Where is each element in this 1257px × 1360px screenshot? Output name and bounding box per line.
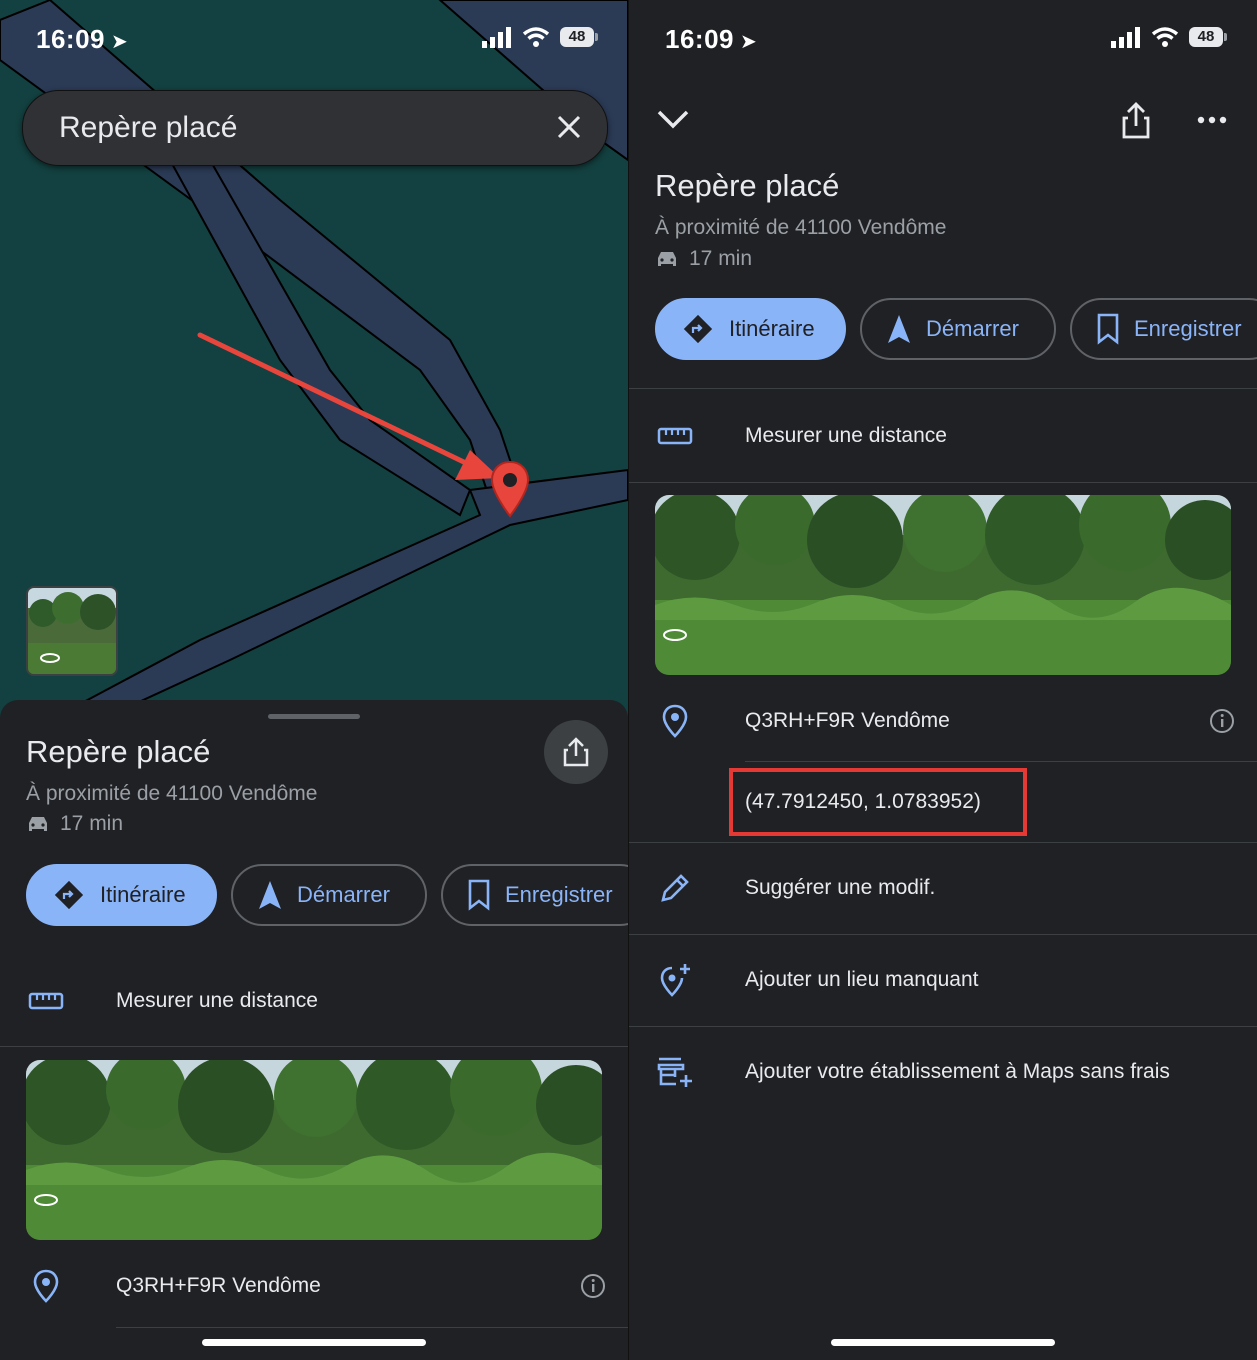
share-icon [563, 737, 589, 767]
directions-label: Itinéraire [729, 316, 815, 341]
car-icon [29, 817, 47, 831]
save-button[interactable]: Enregistrer [1070, 298, 1257, 360]
measure-distance-label: Mesurer une distance [745, 424, 947, 447]
streetview-photo[interactable] [655, 495, 1231, 675]
divider [629, 842, 1257, 843]
eta-value: 17 min [689, 247, 753, 270]
coordinates-highlight [729, 768, 1027, 836]
navigation-icon [888, 315, 910, 343]
search-bar[interactable]: Repère placé [22, 90, 608, 166]
directions-icon [54, 880, 84, 910]
save-label: Enregistrer [1134, 316, 1242, 341]
plus-code-row[interactable]: Q3RH+F9R Vendôme [0, 1266, 628, 1306]
save-button[interactable]: Enregistrer [441, 864, 628, 926]
close-icon[interactable] [551, 109, 587, 145]
status-time: 16:09 [36, 24, 105, 54]
add-business-row[interactable]: Ajouter votre établissement à Maps sans … [629, 1052, 1257, 1092]
start-label: Démarrer [297, 882, 390, 907]
map-view[interactable]: Repère placé [0, 0, 628, 721]
divider [629, 934, 1257, 935]
sheet-handle[interactable] [268, 714, 360, 719]
pin-marker[interactable] [490, 460, 530, 518]
pin-icon [662, 704, 688, 738]
start-button[interactable]: Démarrer [231, 864, 427, 926]
place-title: Repère placé [26, 734, 211, 769]
status-bar: 16:09 ➤ 48 [0, 22, 628, 58]
share-icon[interactable] [1121, 102, 1151, 140]
travel-time: 17 min [26, 812, 123, 836]
place-nearby: À proximité de 41100 Vendôme [26, 782, 318, 805]
suggest-edit-label: Suggérer une modif. [745, 876, 936, 899]
more-icon[interactable] [1197, 112, 1227, 128]
battery-icon: 48 [1189, 27, 1227, 47]
bookmark-icon [1097, 313, 1119, 345]
suggest-edit-row[interactable]: Suggérer une modif. [629, 868, 1257, 908]
add-place-label: Ajouter un lieu manquant [745, 968, 979, 991]
streetview-thumbnail[interactable] [26, 586, 118, 676]
divider [0, 1046, 628, 1047]
info-icon[interactable] [1209, 708, 1235, 734]
plus-code-label: Q3RH+F9R Vendôme [745, 709, 950, 732]
battery-icon: 48 [560, 27, 598, 47]
signal-icon [1111, 27, 1140, 48]
search-query: Repère placé [59, 111, 238, 144]
measure-distance-row[interactable]: Mesurer une distance [0, 981, 628, 1021]
measure-distance-row[interactable]: Mesurer une distance [629, 416, 1257, 456]
status-time: 16:09 [665, 24, 734, 54]
pin-icon [33, 1269, 59, 1303]
place-nearby: À proximité de 41100 Vendôme [655, 216, 947, 239]
divider [745, 761, 1257, 762]
left-screen: Repère placé 16:09 ➤ 48 Repère placé À p… [0, 0, 628, 1360]
car-icon [658, 252, 676, 266]
signal-icon [482, 27, 511, 48]
place-sheet: Repère placé À proximité de 41100 Vendôm… [0, 700, 628, 1360]
plus-code-row[interactable]: Q3RH+F9R Vendôme [629, 701, 1257, 741]
info-icon[interactable] [580, 1273, 606, 1299]
measure-distance-label: Mesurer une distance [116, 989, 318, 1012]
share-button[interactable] [544, 720, 608, 784]
location-arrow-icon: ➤ [740, 31, 758, 53]
travel-time: 17 min [655, 247, 752, 271]
home-indicator[interactable] [831, 1339, 1055, 1346]
add-business-icon [657, 1057, 692, 1087]
plus-code-label: Q3RH+F9R Vendôme [116, 1274, 321, 1297]
bookmark-icon [468, 879, 490, 911]
divider [629, 1026, 1257, 1027]
eta-value: 17 min [60, 812, 124, 835]
save-label: Enregistrer [505, 882, 613, 907]
wifi-icon [522, 27, 550, 47]
ruler-icon [28, 992, 64, 1010]
start-button[interactable]: Démarrer [860, 298, 1056, 360]
start-label: Démarrer [926, 316, 1019, 341]
divider [629, 482, 1257, 483]
directions-button[interactable]: Itinéraire [26, 864, 217, 926]
navigation-icon [259, 881, 281, 909]
home-indicator[interactable] [202, 1339, 426, 1346]
add-place-icon [660, 964, 690, 997]
add-business-label: Ajouter votre établissement à Maps sans … [745, 1060, 1170, 1083]
add-place-row[interactable]: Ajouter un lieu manquant [629, 960, 1257, 1000]
pencil-icon [661, 874, 689, 902]
status-bar: 16:09 ➤ 48 [629, 22, 1257, 58]
location-arrow-icon: ➤ [111, 31, 129, 53]
chevron-down-icon[interactable] [655, 106, 691, 132]
ruler-icon [657, 427, 693, 445]
divider [116, 1327, 628, 1328]
divider [629, 388, 1257, 389]
streetview-photo[interactable] [26, 1060, 602, 1240]
wifi-icon [1151, 27, 1179, 47]
directions-icon [683, 314, 713, 344]
place-title: Repère placé [655, 168, 840, 203]
right-screen: 16:09 ➤ 48 Repère placé À proximité de 41… [629, 0, 1257, 1360]
directions-button[interactable]: Itinéraire [655, 298, 846, 360]
directions-label: Itinéraire [100, 882, 186, 907]
